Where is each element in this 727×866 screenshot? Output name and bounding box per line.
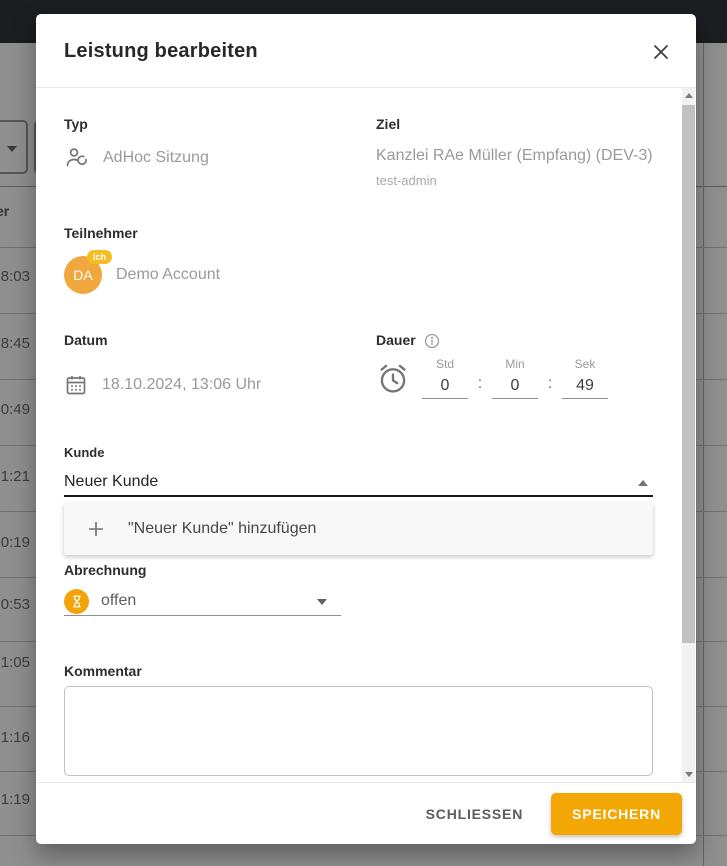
minutes-input[interactable] [492, 373, 538, 399]
kommentar-textarea[interactable] [64, 686, 653, 776]
abrechnung-select[interactable]: offen [64, 587, 341, 616]
hourglass-status-icon [64, 589, 89, 614]
typ-value: AdHoc Sitzung [103, 149, 209, 167]
kunde-label: Kunde [64, 445, 653, 461]
seconds-input[interactable] [562, 373, 608, 399]
me-badge: Ich [87, 250, 112, 264]
minutes-field: Min [492, 357, 538, 399]
seconds-field: Sek [562, 357, 608, 399]
ziel-section: Ziel Kanzlei RAe Müller (Empfang) (DEV-3… [376, 116, 653, 188]
dauer-section: Dauer [376, 332, 653, 399]
plus-icon [86, 519, 106, 539]
dauer-label: Dauer [376, 332, 416, 350]
datum-section: Datum 18.10.202 [64, 332, 376, 399]
kunde-section: Kunde "Neuer Kunde" hinzufügen [64, 445, 653, 555]
datum-label: Datum [64, 332, 376, 350]
save-button[interactable]: SPEICHERN [551, 793, 682, 835]
minutes-label: Min [492, 357, 538, 373]
dialog-footer: SCHLIESSEN SPEICHERN [36, 782, 696, 844]
ziel-label: Ziel [376, 116, 653, 134]
dialog-title: Leistung bearbeiten [64, 40, 258, 63]
kunde-add-option[interactable]: "Neuer Kunde" hinzufügen [64, 503, 653, 555]
avatar-initials: DA [73, 267, 92, 283]
abrechnung-label: Abrechnung [64, 562, 653, 580]
hours-input[interactable] [422, 373, 468, 399]
scroll-down-icon[interactable] [682, 767, 695, 782]
abrechnung-section: Abrechnung offen [64, 562, 653, 616]
kommentar-label: Kommentar [64, 663, 653, 681]
teilnehmer-name: Demo Account [116, 266, 220, 284]
adhoc-person-icon [64, 145, 90, 171]
edit-service-dialog: Leistung bearbeiten Typ [36, 14, 696, 844]
time-separator: : [468, 375, 492, 399]
hours-field: Std [422, 357, 468, 399]
seconds-label: Sek [562, 357, 608, 373]
dialog-header: Leistung bearbeiten [36, 14, 696, 88]
alarm-clock-icon [376, 361, 410, 397]
scroll-up-icon[interactable] [682, 88, 695, 103]
kunde-input[interactable] [64, 469, 624, 495]
calendar-icon[interactable] [64, 373, 88, 397]
typ-section: Typ AdHoc Sitzung [64, 116, 376, 188]
chevron-down-icon [317, 599, 327, 605]
abrechnung-value: offen [101, 592, 136, 610]
typ-label: Typ [64, 116, 376, 134]
dialog-scrollbar[interactable] [682, 88, 695, 782]
hours-label: Std [422, 357, 468, 373]
ziel-value: Kanzlei RAe Müller (Empfang) (DEV-3) [376, 141, 653, 171]
kommentar-section: Kommentar [64, 663, 653, 781]
screen: er 8:03 8:45 0:49 1:21 0:19 0:53 1:05 1:… [0, 0, 727, 866]
datum-value: 18.10.2024, 13:06 Uhr [102, 376, 261, 394]
time-separator: : [538, 375, 562, 399]
avatar: DA Ich [64, 256, 102, 294]
scrollbar-thumb[interactable] [682, 105, 695, 643]
teilnehmer-section: Teilnehmer DA Ich Demo Account [64, 225, 653, 294]
close-button[interactable]: SCHLIESSEN [420, 796, 529, 832]
info-icon[interactable] [424, 333, 440, 349]
ziel-subvalue: test-admin [376, 173, 653, 188]
close-icon[interactable] [650, 41, 672, 63]
kunde-add-option-label: "Neuer Kunde" hinzufügen [128, 520, 316, 538]
dialog-content: Typ AdHoc Sitzung Ziel [36, 88, 696, 782]
teilnehmer-label: Teilnehmer [64, 225, 653, 243]
chevron-up-icon[interactable] [638, 480, 648, 486]
